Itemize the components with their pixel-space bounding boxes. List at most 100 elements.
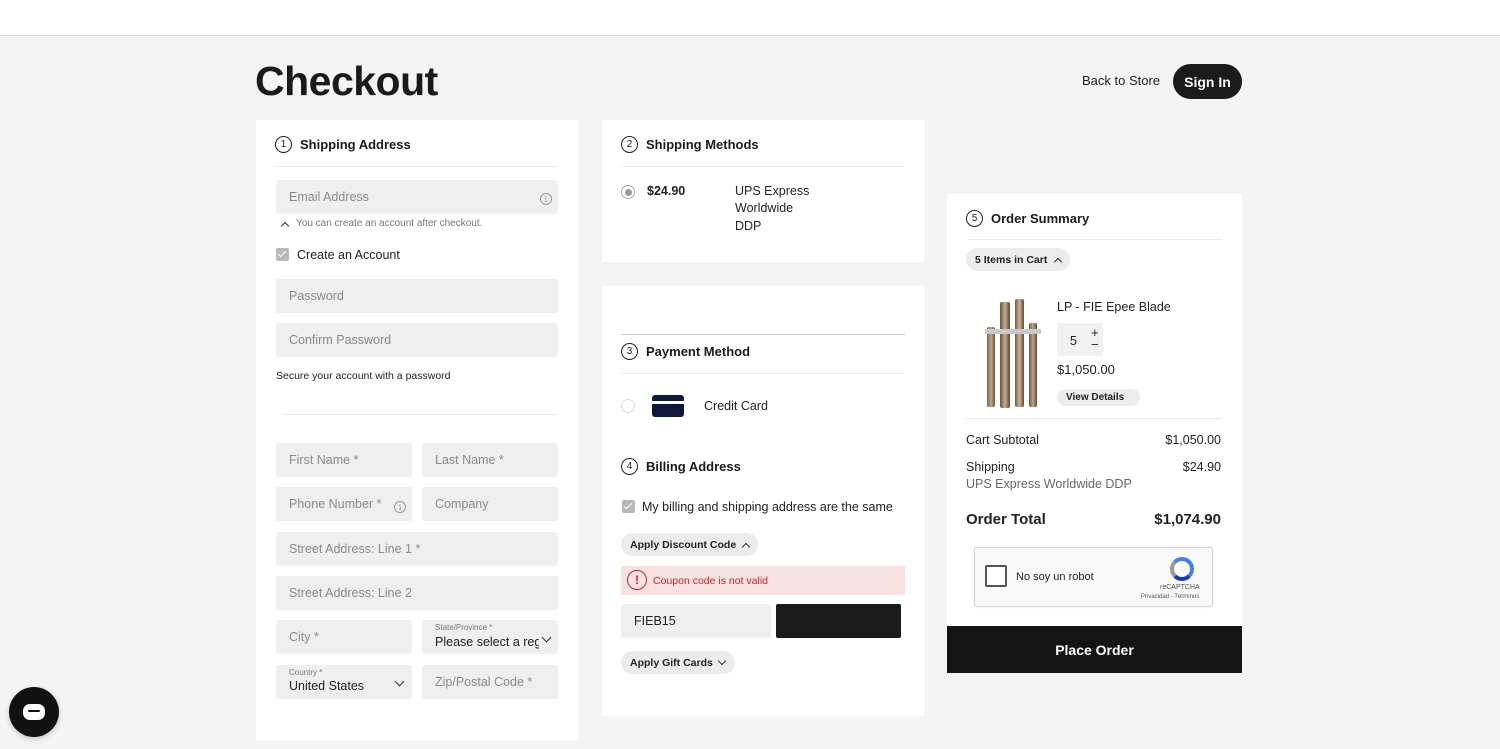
gift-cards-toggle-label: Apply Gift Cards bbox=[630, 656, 713, 669]
phone-placeholder: Phone Number * bbox=[289, 497, 382, 511]
divider bbox=[966, 418, 1222, 419]
apply-discount-button[interactable] bbox=[776, 604, 901, 638]
divider bbox=[283, 414, 558, 415]
create-account-checkbox[interactable] bbox=[276, 248, 289, 261]
subtotal-label: Cart Subtotal bbox=[966, 433, 1039, 447]
product-image bbox=[983, 297, 1043, 409]
order-total-value: $1,074.90 bbox=[1154, 511, 1221, 528]
error-message: Coupon code is not valid bbox=[653, 574, 768, 587]
street-line2-placeholder: Street Address: Line 2 bbox=[289, 586, 412, 600]
street-line1-field[interactable]: Street Address: Line 1 * bbox=[276, 532, 558, 566]
state-value: Please select a region bbox=[435, 635, 539, 649]
divider bbox=[967, 239, 1222, 240]
password-hint: Secure your account with a password bbox=[276, 370, 451, 382]
recaptcha-links[interactable]: Privacidad - Términos bbox=[1141, 594, 1199, 600]
street-line1-placeholder: Street Address: Line 1 * bbox=[289, 542, 421, 556]
discount-code-value: FIEB15 bbox=[634, 614, 676, 628]
city-field[interactable]: City * bbox=[276, 620, 412, 654]
chat-icon bbox=[23, 704, 45, 720]
last-name-placeholder: Last Name * bbox=[435, 453, 504, 467]
company-field[interactable]: Company bbox=[422, 487, 558, 521]
info-icon[interactable]: i bbox=[394, 501, 406, 513]
same-address-label: My billing and shipping address are the … bbox=[642, 500, 893, 514]
step-number: 3 bbox=[621, 343, 638, 360]
recaptcha-widget: No soy un robot reCAPTCHA Privacidad - T… bbox=[974, 547, 1213, 607]
street-line2-field[interactable]: Street Address: Line 2 bbox=[276, 576, 558, 610]
apply-gift-cards-toggle[interactable]: Apply Gift Cards bbox=[621, 651, 735, 674]
back-to-store-link[interactable]: Back to Store bbox=[1082, 73, 1160, 88]
shipping-method-name-line1: UPS Express bbox=[735, 184, 810, 198]
last-name-field[interactable]: Last Name * bbox=[422, 443, 558, 477]
shipping-method-name-line2: Worldwide bbox=[735, 201, 794, 215]
shipping-address-heading: 1 Shipping Address bbox=[275, 136, 411, 153]
divider bbox=[622, 373, 904, 374]
view-details-label: View Details bbox=[1066, 392, 1125, 403]
chevron-up-icon bbox=[280, 221, 290, 231]
zip-placeholder: Zip/Postal Code * bbox=[435, 675, 533, 689]
shipping-method-radio[interactable] bbox=[621, 185, 635, 199]
shipping-label: Shipping bbox=[966, 460, 1015, 474]
sign-in-button[interactable]: Sign In bbox=[1173, 64, 1242, 99]
page-title: Checkout bbox=[255, 58, 438, 104]
zip-field[interactable]: Zip/Postal Code * bbox=[422, 665, 558, 699]
place-order-button[interactable]: Place Order bbox=[947, 626, 1242, 673]
credit-card-icon bbox=[652, 395, 684, 417]
discount-toggle-label: Apply Discount Code bbox=[630, 538, 737, 551]
email-field[interactable]: Email Address bbox=[276, 180, 558, 214]
billing-address-heading: 4 Billing Address bbox=[621, 458, 741, 475]
country-label: Country * bbox=[289, 668, 323, 677]
shipping-methods-card: 2 Shipping Methods $24.90 UPS Express Wo… bbox=[602, 120, 924, 262]
section-title: Order Summary bbox=[991, 211, 1090, 226]
section-title: Shipping Address bbox=[300, 137, 411, 152]
recaptcha-checkbox[interactable] bbox=[985, 565, 1007, 587]
order-summary-heading: 5 Order Summary bbox=[966, 210, 1089, 227]
minus-icon[interactable]: − bbox=[1091, 337, 1099, 352]
info-icon[interactable]: i bbox=[540, 193, 552, 205]
discount-code-input[interactable]: FIEB15 bbox=[621, 604, 771, 638]
credit-card-label: Credit Card bbox=[704, 399, 768, 413]
quantity-value: 5 bbox=[1070, 334, 1077, 348]
divider bbox=[621, 334, 905, 335]
order-total-label: Order Total bbox=[966, 511, 1046, 528]
email-placeholder: Email Address bbox=[289, 190, 369, 204]
country-value: United States bbox=[289, 679, 365, 693]
section-title: Payment Method bbox=[646, 344, 751, 359]
confirm-password-field[interactable]: Confirm Password bbox=[276, 323, 558, 357]
view-details-toggle[interactable]: View Details bbox=[1057, 389, 1140, 406]
coupon-error: ! Coupon code is not valid bbox=[621, 566, 905, 595]
shipping-methods-heading: 2 Shipping Methods bbox=[621, 136, 759, 153]
product-price: $1,050.00 bbox=[1057, 362, 1115, 377]
company-placeholder: Company bbox=[435, 497, 489, 511]
first-name-placeholder: First Name * bbox=[289, 453, 359, 467]
section-title: Billing Address bbox=[646, 459, 741, 474]
items-in-cart-label: 5 Items in Cart bbox=[975, 253, 1048, 266]
shipping-method-price: $24.90 bbox=[647, 184, 686, 198]
shipping-address-card: 1 Shipping Address Email Address i You c… bbox=[256, 120, 578, 741]
confirm-password-placeholder: Confirm Password bbox=[289, 333, 392, 347]
first-name-field[interactable]: First Name * bbox=[276, 443, 412, 477]
shipping-value: $24.90 bbox=[1182, 460, 1221, 474]
state-label: State/Province * bbox=[435, 623, 493, 632]
product-name: LP - FIE Epee Blade bbox=[1057, 300, 1171, 314]
phone-field[interactable]: Phone Number * bbox=[276, 487, 412, 521]
credit-card-radio[interactable] bbox=[621, 399, 635, 413]
step-number: 4 bbox=[621, 458, 638, 475]
payment-card: 3 Payment Method Credit Card 4 Billing A… bbox=[602, 286, 924, 716]
email-hint: You can create an account after checkout… bbox=[296, 218, 483, 229]
password-placeholder: Password bbox=[289, 289, 344, 303]
payment-method-heading: 3 Payment Method bbox=[621, 343, 750, 360]
shipping-method-summary: UPS Express Worldwide DDP bbox=[966, 477, 1132, 491]
divider bbox=[622, 166, 904, 167]
password-field[interactable]: Password bbox=[276, 279, 558, 313]
chat-button[interactable] bbox=[9, 687, 59, 737]
city-placeholder: City * bbox=[289, 630, 319, 644]
create-account-label: Create an Account bbox=[297, 248, 400, 262]
step-number: 5 bbox=[966, 210, 983, 227]
recaptcha-brand: reCAPTCHA bbox=[1160, 584, 1200, 591]
apply-discount-toggle[interactable]: Apply Discount Code bbox=[621, 533, 758, 556]
step-number: 2 bbox=[621, 136, 638, 153]
recaptcha-logo-icon bbox=[1170, 557, 1194, 581]
top-bar bbox=[0, 0, 1500, 36]
same-address-checkbox[interactable] bbox=[622, 500, 635, 513]
error-icon: ! bbox=[627, 570, 647, 590]
